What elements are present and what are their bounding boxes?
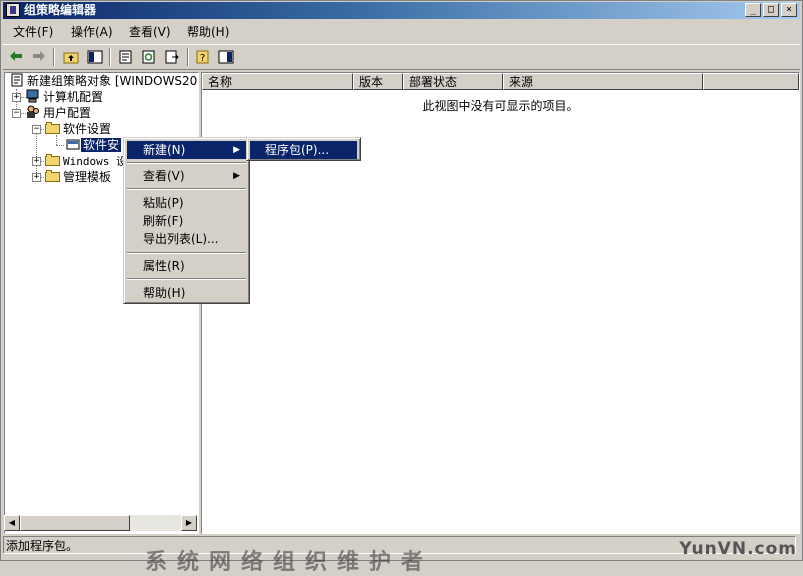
empty-view-message: 此视图中没有可显示的项目。 (422, 99, 579, 113)
context-menu-refresh[interactable]: 刷新(F) (127, 212, 246, 230)
column-header-version[interactable]: 版本 (353, 73, 403, 90)
menu-view[interactable]: 查看(V) (125, 23, 175, 41)
minimize-button[interactable]: _ (745, 3, 761, 17)
tree-item-software-settings[interactable]: 软件设置 (45, 121, 113, 137)
tree-item-admin-templates[interactable]: 管理模板 (45, 169, 113, 185)
tree-root[interactable]: 新建组策略对象 [WINDOWS2003F (9, 73, 198, 89)
gpedit-app-icon (6, 3, 20, 17)
computer-icon (26, 89, 39, 103)
menu-separator (127, 278, 246, 280)
context-menu-help[interactable]: 帮助(H) (127, 284, 246, 302)
show-hide-tree-icon[interactable] (84, 47, 106, 67)
expand-admin-templates[interactable]: + (32, 173, 41, 182)
toolbar: ? (3, 44, 800, 70)
maximize-button[interactable]: □ (763, 3, 779, 17)
show-hide-action-pane-icon[interactable] (215, 47, 237, 67)
menu-separator (127, 162, 246, 164)
svg-text:?: ? (200, 53, 205, 64)
scroll-right-icon[interactable]: ▶ (181, 515, 197, 531)
properties-icon[interactable] (115, 47, 137, 67)
context-menu-paste[interactable]: 粘贴(P) (127, 194, 246, 212)
watermark-site: YunVN.com (679, 539, 797, 559)
policy-scroll-icon (11, 73, 23, 87)
toolbar-separator (187, 48, 189, 66)
help-icon[interactable]: ? (193, 47, 215, 67)
menu-bar: 文件(F) 操作(A) 查看(V) 帮助(H) (3, 22, 800, 42)
users-icon (27, 105, 39, 118)
menu-separator (127, 188, 246, 190)
context-menu: 新建(N) ▶ 查看(V) ▶ 粘贴(P) 刷新(F) 导出列表(L)... 属性(… (123, 137, 250, 304)
window-title: 组策略编辑器 (24, 3, 97, 17)
scroll-thumb[interactable] (20, 515, 130, 531)
close-button[interactable]: × (781, 3, 797, 17)
folder-icon (45, 154, 61, 166)
refresh-icon[interactable] (138, 47, 160, 67)
watermark-overlay-text: 系统网络组织维护者 (145, 550, 434, 575)
context-menu-properties[interactable]: 属性(R) (127, 257, 246, 275)
menu-separator (127, 252, 246, 254)
up-folder-icon[interactable] (60, 47, 82, 67)
collapse-user-config[interactable]: − (12, 109, 21, 118)
context-menu-new[interactable]: 新建(N) ▶ (127, 141, 246, 159)
new-submenu: 程序包(P)... (246, 137, 361, 161)
tree-horizontal-scrollbar[interactable]: ◀ ▶ (4, 515, 197, 531)
folder-icon (45, 122, 61, 134)
column-header-name[interactable]: 名称 (202, 73, 353, 90)
tree-item-software-installation[interactable]: 软件安 (65, 137, 122, 153)
expand-computer-config[interactable]: + (12, 93, 21, 102)
column-header-filler (703, 73, 799, 90)
folder-icon (45, 170, 61, 182)
tree-item-computer-config[interactable]: 计算机配置 (25, 89, 105, 105)
back-arrow-icon[interactable] (5, 47, 27, 67)
collapse-software-settings[interactable]: − (32, 125, 41, 134)
submenu-package[interactable]: 程序包(P)... (250, 141, 357, 159)
toolbar-separator (53, 48, 55, 66)
menu-help[interactable]: 帮助(H) (183, 23, 233, 41)
submenu-arrow-icon: ▶ (233, 171, 240, 181)
submenu-arrow-icon: ▶ (233, 145, 240, 155)
toolbar-separator (109, 48, 111, 66)
context-menu-view[interactable]: 查看(V) ▶ (127, 167, 246, 185)
menu-action[interactable]: 操作(A) (67, 23, 117, 41)
tree-line (56, 145, 64, 146)
software-install-icon (66, 139, 80, 150)
menu-file[interactable]: 文件(F) (9, 23, 57, 41)
tree-item-user-config[interactable]: 用户配置 (25, 105, 93, 121)
tree-item-windows-settings[interactable]: Windows 设 (45, 153, 129, 169)
title-bar[interactable]: 组策略编辑器 _ □ × (3, 2, 800, 19)
column-header-deployment-state[interactable]: 部署状态 (403, 73, 503, 90)
export-list-icon[interactable] (161, 47, 183, 67)
column-header-source[interactable]: 来源 (503, 73, 703, 90)
forward-arrow-icon[interactable] (28, 47, 50, 67)
expand-windows-settings[interactable]: + (32, 157, 41, 166)
scroll-left-icon[interactable]: ◀ (4, 515, 20, 531)
application-window: 组策略编辑器 _ □ × 文件(F) 操作(A) 查看(V) 帮助(H) ? 新… (0, 0, 803, 561)
context-menu-export-list[interactable]: 导出列表(L)... (127, 230, 246, 248)
